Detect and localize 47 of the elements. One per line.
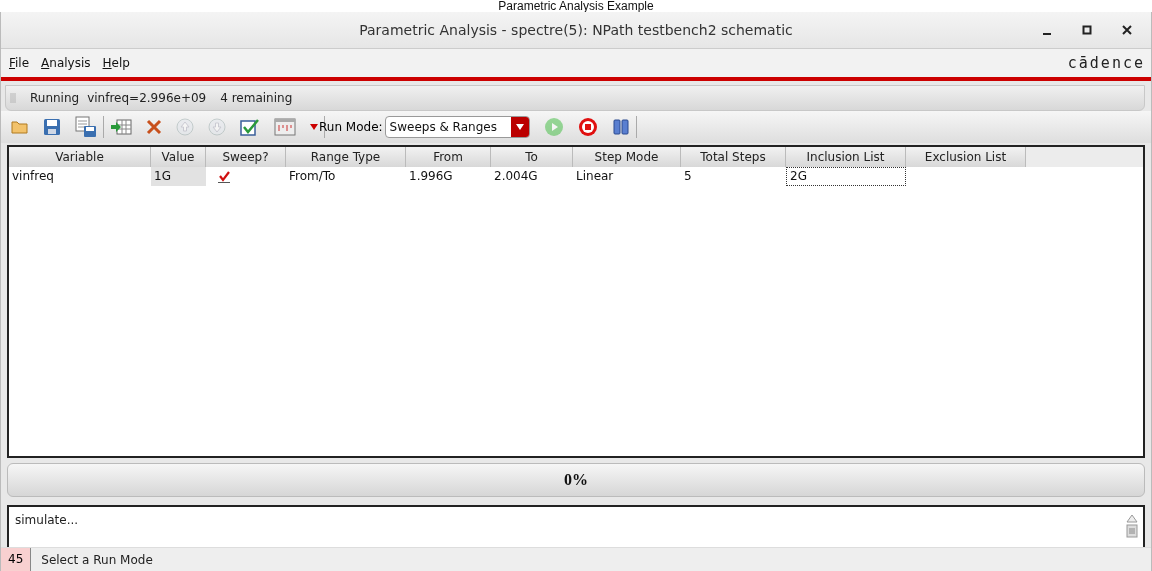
remaining-count: 4 remaining: [220, 91, 293, 105]
column-header[interactable]: Value: [151, 147, 206, 167]
stop-icon[interactable]: [577, 117, 598, 137]
scrollbar-icon[interactable]: [1125, 513, 1139, 541]
checkbox-tick-icon[interactable]: [240, 118, 260, 136]
menu-item[interactable]: Analysis: [41, 56, 91, 70]
save-as-icon[interactable]: [75, 116, 97, 138]
log-text: simulate...: [15, 513, 79, 527]
progress-percent: 0%: [564, 471, 588, 489]
table-cell-text: 2.004G: [493, 168, 539, 185]
pause-icon[interactable]: [611, 118, 630, 136]
column-header[interactable]: From: [406, 147, 491, 167]
menu-item[interactable]: Help: [102, 56, 130, 70]
caret-icon: [515, 124, 524, 130]
table-cell-text: Linear: [575, 168, 615, 185]
table-arrow-icon[interactable]: [110, 118, 132, 136]
column-header[interactable]: Sweep?: [206, 147, 286, 167]
menu-item[interactable]: File: [9, 56, 30, 70]
sweep-point: vinfreq=2.996e+09: [87, 91, 207, 105]
run-mode-select[interactable]: Sweeps & Ranges: [384, 116, 530, 138]
table-cell: 1G: [151, 167, 206, 186]
table-cell-text: 1.996G: [408, 168, 454, 185]
line-number: 45: [1, 548, 32, 571]
column-header[interactable]: Step Mode: [573, 147, 681, 167]
run-mode-label: Run Mode:: [319, 120, 383, 134]
table-cell: 2G: [786, 167, 906, 186]
window-title: Parametric Analysis - spectre(5): NPath testbench2 schematic: [359, 22, 793, 38]
table-cell-text: vinfreq: [11, 168, 55, 185]
status-message: Select a Run Mode: [40, 552, 153, 567]
table-cell-text: 5: [683, 168, 693, 185]
run-state: Running: [30, 91, 80, 105]
save-icon[interactable]: [43, 118, 61, 136]
caret-icon[interactable]: [310, 124, 318, 130]
maximize-icon[interactable]: [1081, 24, 1093, 36]
column-header[interactable]: Total Steps: [681, 147, 786, 167]
column-header[interactable]: To: [491, 147, 573, 167]
close-icon[interactable]: [1121, 24, 1133, 36]
column-header[interactable]: Exclusion List: [906, 147, 1026, 167]
column-header[interactable]: Range Type: [286, 147, 406, 167]
page-caption: Parametric Analysis Example: [497, 0, 655, 12]
sweep-checkbox[interactable]: [218, 170, 230, 183]
grip-icon: [10, 93, 16, 103]
table-cell-text: From/To: [288, 168, 337, 185]
column-header[interactable]: Inclusion List: [786, 147, 906, 167]
delete-icon[interactable]: [146, 119, 162, 135]
brand-logo: cādence: [1067, 54, 1145, 72]
column-header[interactable]: Variable: [9, 147, 151, 167]
